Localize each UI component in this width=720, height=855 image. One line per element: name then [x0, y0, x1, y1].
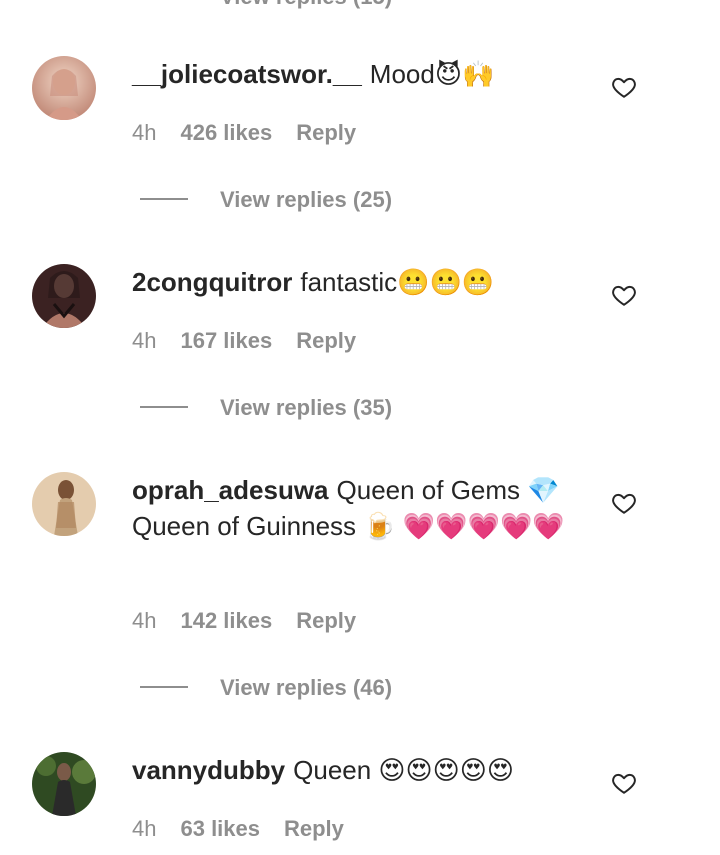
view-replies-link[interactable]: View replies (25) [140, 187, 392, 213]
comment-likes[interactable]: 142 likes [180, 608, 272, 634]
view-replies-link[interactable]: View replies (46) [140, 675, 392, 701]
comment-text: 2congquitror fantastic😬😬😬 [132, 264, 582, 300]
comment-meta: 4h 142 likes Reply [132, 608, 356, 634]
heart-icon[interactable] [611, 770, 637, 796]
comment-meta: 4h 426 likes Reply [132, 120, 356, 146]
comment-time: 4h [132, 328, 157, 353]
avatar[interactable] [32, 752, 96, 816]
comment-time: 4h [132, 816, 157, 841]
comment-body: Queen 😍😍😍😍😍 [293, 755, 514, 785]
comment-likes[interactable]: 167 likes [180, 328, 272, 354]
replies-divider-line [140, 406, 188, 409]
view-replies-label[interactable]: View replies (25) [220, 187, 392, 212]
heart-icon[interactable] [611, 74, 637, 100]
comment-time: 4h [132, 608, 157, 633]
comment-body: fantastic😬😬😬 [300, 267, 495, 297]
avatar[interactable] [32, 56, 96, 120]
avatar[interactable] [32, 264, 96, 328]
heart-icon[interactable] [611, 490, 637, 516]
comment-likes[interactable]: 63 likes [180, 816, 260, 842]
comment-username[interactable]: oprah_adesuwa [132, 475, 329, 505]
comment-meta: 4h 63 likes Reply [132, 816, 344, 842]
comment-time: 4h [132, 120, 157, 145]
avatar[interactable] [32, 472, 96, 536]
comment-body: Mood😈🙌 [369, 59, 495, 89]
reply-button[interactable]: Reply [284, 816, 344, 842]
comment-username[interactable]: vannydubby [132, 755, 285, 785]
comment-likes[interactable]: 426 likes [180, 120, 272, 146]
view-replies-link[interactable]: View replies (15) [220, 0, 392, 10]
comment-text: oprah_adesuwa Queen of Gems 💎 Queen of Gu… [132, 472, 582, 544]
reply-button[interactable]: Reply [296, 120, 356, 146]
comment-text: vannydubby Queen 😍😍😍😍😍 [132, 752, 582, 788]
comment-username[interactable]: __joliecoatswor.__ [132, 59, 362, 89]
replies-divider-line [140, 686, 188, 689]
comment-text: __joliecoatswor.__ Mood😈🙌 [132, 56, 582, 92]
view-replies-label[interactable]: View replies (46) [220, 675, 392, 700]
reply-button[interactable]: Reply [296, 608, 356, 634]
comment-username[interactable]: 2congquitror [132, 267, 292, 297]
reply-button[interactable]: Reply [296, 328, 356, 354]
heart-icon[interactable] [611, 282, 637, 308]
comment-meta: 4h 167 likes Reply [132, 328, 356, 354]
view-replies-label[interactable]: View replies (35) [220, 395, 392, 420]
replies-divider-line [140, 198, 188, 201]
view-replies-link[interactable]: View replies (35) [140, 395, 392, 421]
